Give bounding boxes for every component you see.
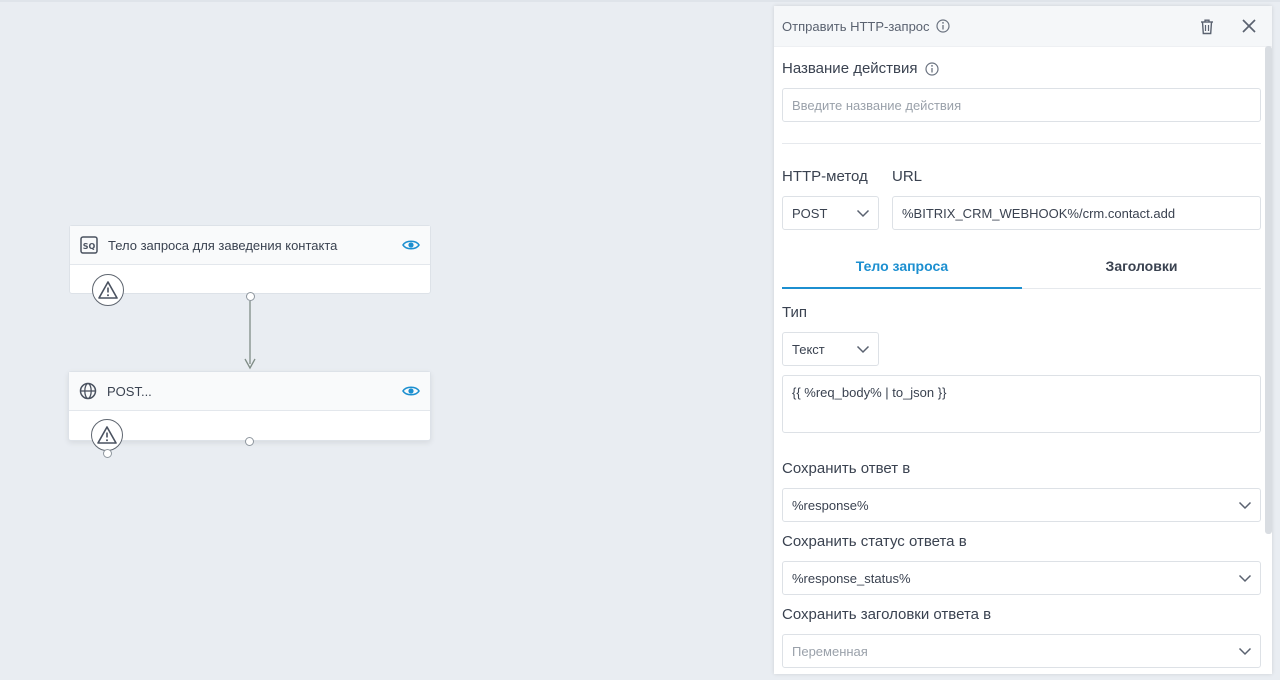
node-title: POST... [107,383,152,399]
type-value: Текст [792,341,825,357]
error-port[interactable] [103,449,112,458]
sql-icon: SQ [80,236,98,254]
action-name-label-row: Название действия [782,60,939,77]
url-label: URL [892,168,923,185]
save-headers-placeholder: Переменная [792,643,868,659]
http-method-select[interactable]: POST [782,196,879,230]
save-status-select[interactable]: %response_status% [782,561,1261,595]
chevron-down-icon [856,345,870,354]
node-title: Тело запроса для заведения контакта [108,237,338,253]
chevron-down-icon [1238,647,1252,656]
svg-text:SQ: SQ [83,242,96,251]
eye-icon[interactable] [402,236,420,254]
action-name-placeholder: Введите название действия [792,97,962,113]
chevron-down-icon [1238,574,1252,583]
chevron-down-icon [856,209,870,218]
save-response-value: %response% [792,497,869,513]
panel-scrollbar[interactable] [1265,46,1272,534]
chevron-down-icon [1238,501,1252,510]
warning-icon[interactable] [92,274,124,306]
globe-icon [79,382,97,400]
action-name-label: Название действия [782,60,918,77]
url-value: %BITRIX_CRM_WEBHOOK%/crm.contact.add [902,205,1176,221]
panel-title: Отправить HTTP-запрос [782,18,930,34]
type-select[interactable]: Текст [782,332,879,366]
connection-arrow [244,301,256,370]
save-status-label: Сохранить статус ответа в [782,533,967,550]
http-method-label: HTTP-метод [782,168,868,185]
output-port[interactable] [245,437,254,446]
save-response-select[interactable]: %response% [782,488,1261,522]
delete-button[interactable] [1196,15,1218,37]
canvas-top-border [0,0,1280,2]
save-headers-label: Сохранить заголовки ответа в [782,606,992,623]
request-body-textarea[interactable]: {{ %req_body% | to_json }} [782,375,1261,433]
save-status-value: %response_status% [792,570,911,586]
close-button[interactable] [1238,15,1260,37]
tab-headers[interactable]: Заголовки [1022,256,1261,276]
eye-icon[interactable] [402,382,420,400]
trash-icon [1201,19,1213,34]
http-request-panel: Отправить HTTP-запрос Название действия … [774,6,1272,674]
active-tab-indicator [782,287,1022,289]
section-divider [782,143,1261,144]
request-body-value: {{ %req_body% | to_json }} [792,385,947,400]
type-label: Тип [782,304,808,321]
save-headers-select[interactable]: Переменная [782,634,1261,668]
http-method-value: POST [792,205,828,221]
warning-icon[interactable] [91,419,123,451]
info-icon[interactable] [935,19,950,33]
close-icon [1242,19,1256,33]
tab-request-body[interactable]: Тело запроса [782,256,1022,276]
action-name-input[interactable]: Введите название действия [782,88,1261,122]
save-response-label: Сохранить ответ в [782,460,911,477]
node-request-body[interactable]: SQ Тело запроса для заведения контакта [69,225,431,294]
url-input[interactable]: %BITRIX_CRM_WEBHOOK%/crm.contact.add [892,196,1261,230]
info-icon[interactable] [924,61,939,76]
